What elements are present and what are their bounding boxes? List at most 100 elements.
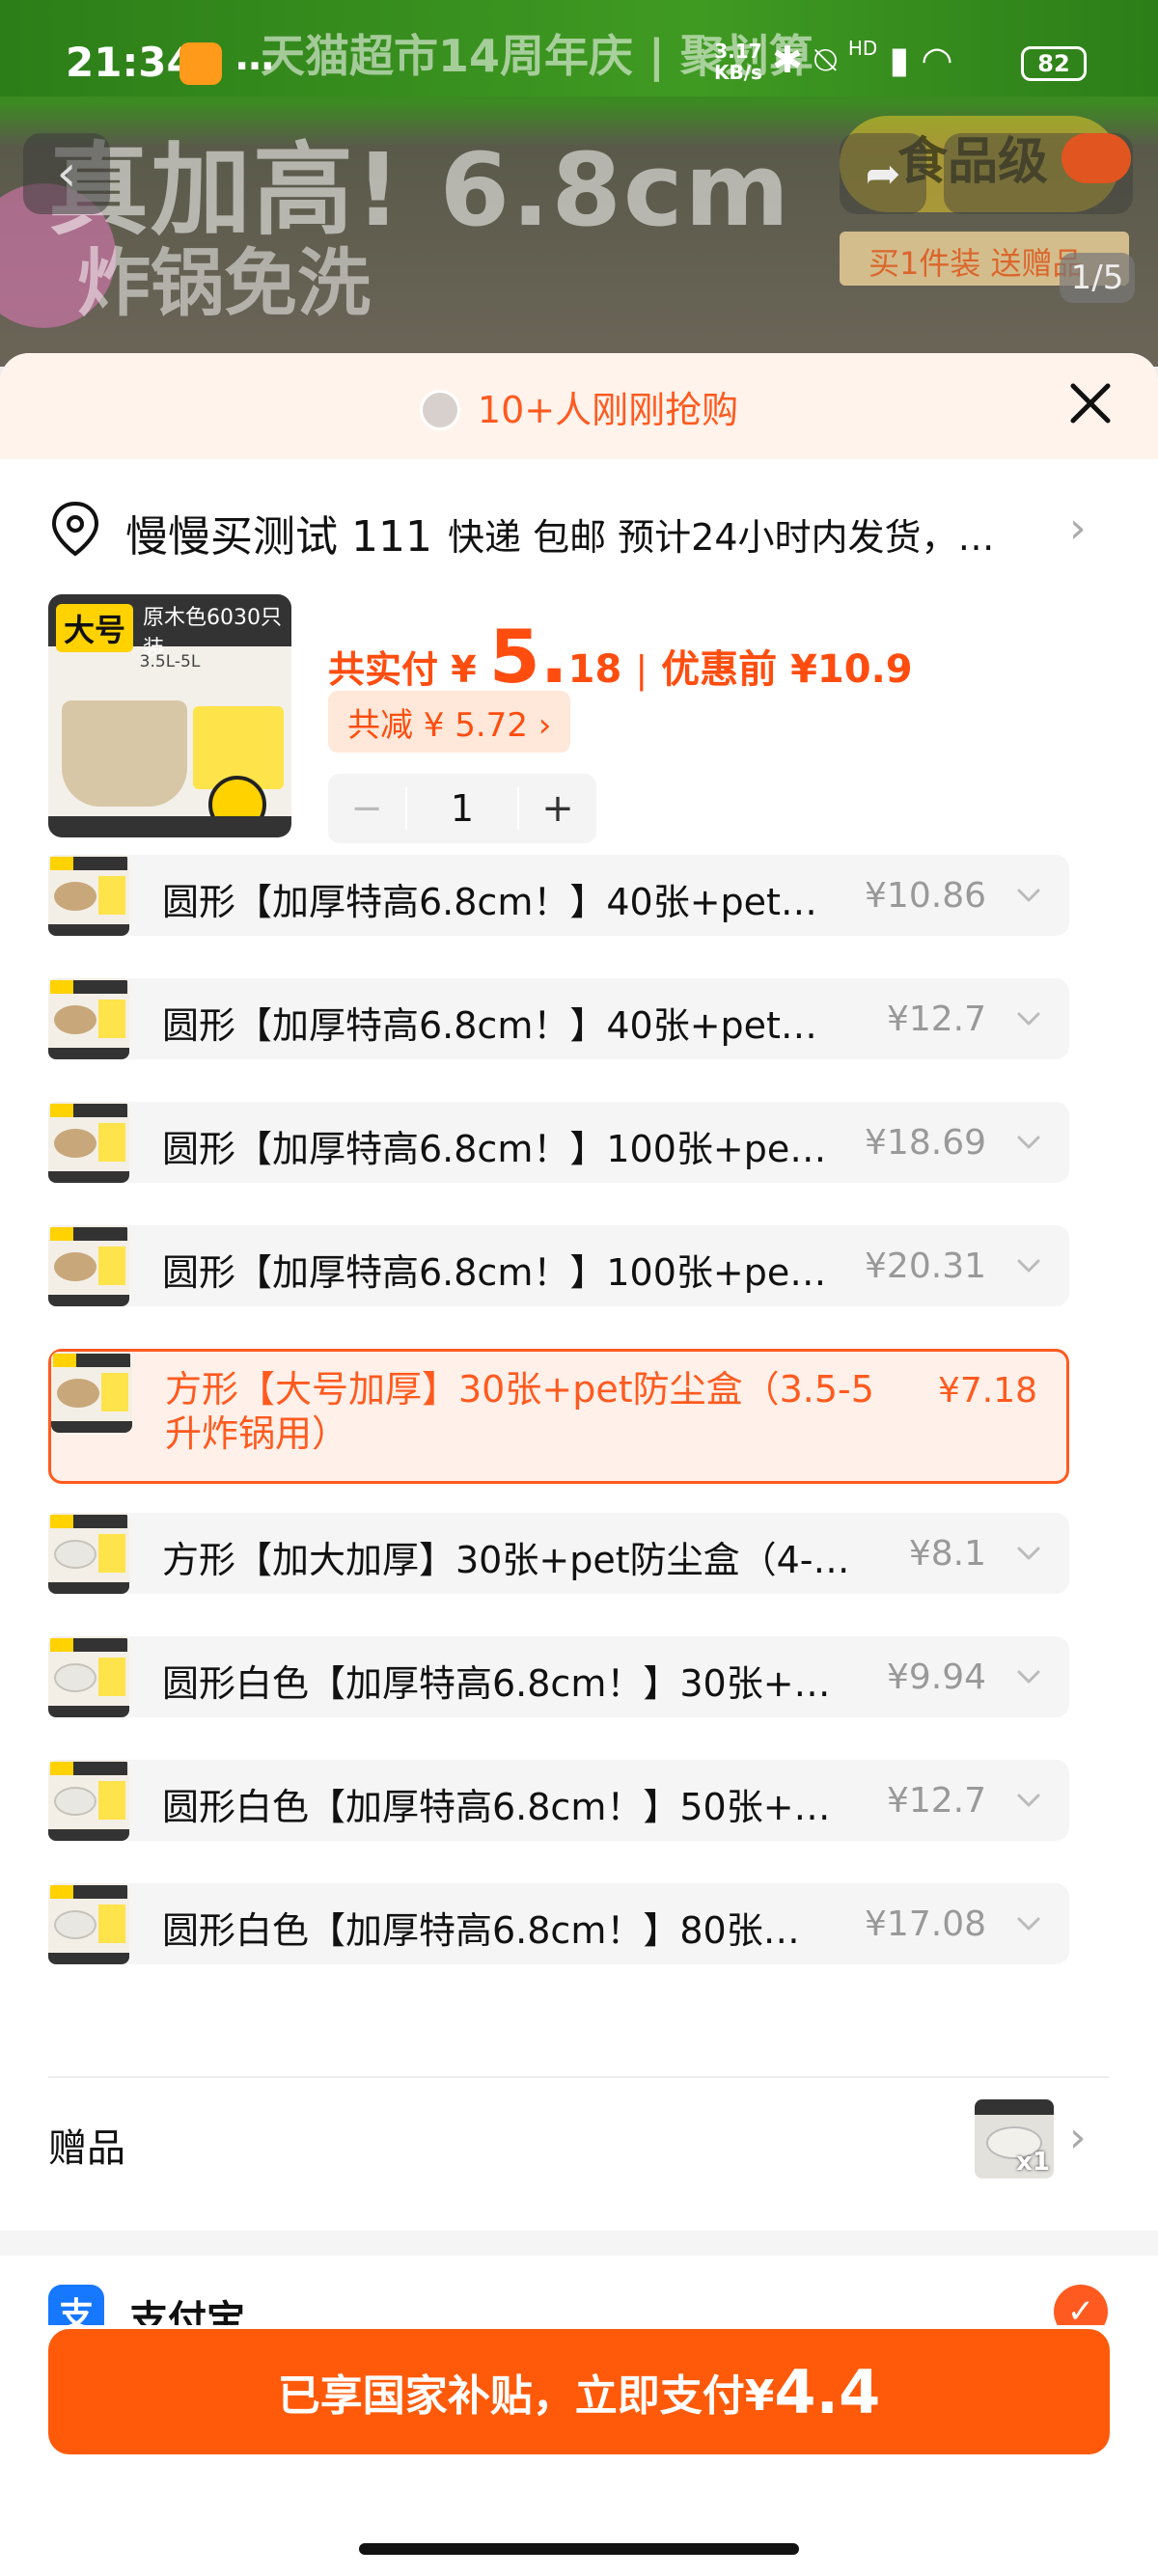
sku-option[interactable]: 圆形【加厚特高6.8cm！】40张+pet… ¥10.86	[48, 855, 1069, 936]
sku-option-price: ¥12.7	[886, 1000, 986, 1039]
sku-option-label: 圆形【加厚特高6.8cm！】40张+pet…	[162, 1004, 817, 1047]
sku-option[interactable]: 圆形【加厚特高6.8cm！】100张+pe… ¥18.69	[48, 1102, 1069, 1183]
pay-amount-int: 5.	[488, 614, 568, 699]
sku-option[interactable]: 方形【大号加厚】30张+pet防尘盒（3.5-5升炸锅用） ¥7.18	[48, 1349, 1069, 1484]
sku-option-thumbnail	[48, 1225, 129, 1306]
close-icon[interactable]	[1062, 374, 1119, 432]
increase-button[interactable]: +	[519, 786, 596, 831]
gift-thumbnail: x1	[975, 2099, 1054, 2179]
discount-badge[interactable]: 共减 ¥ 5.72 ›	[328, 691, 571, 753]
thumb-footer	[48, 816, 291, 837]
chevron-down-icon[interactable]	[1013, 1661, 1044, 1692]
home-indicator[interactable]	[359, 2543, 799, 2555]
chevron-down-icon[interactable]	[1013, 880, 1044, 911]
chevron-down-icon[interactable]	[1013, 1785, 1044, 1816]
bluetooth-icon: ✱	[772, 39, 803, 81]
chevron-down-icon[interactable]	[1013, 1127, 1044, 1158]
thumb-basket	[62, 700, 187, 807]
sku-option-list: 圆形【加厚特高6.8cm！】40张+pet… ¥10.86 圆形【加厚特高6.8cm…	[0, 855, 1158, 1993]
status-more: …	[235, 35, 274, 79]
sku-option-price: ¥8.1	[908, 1534, 986, 1574]
chevron-down-icon[interactable]	[1013, 1003, 1044, 1034]
chevron-down-icon[interactable]	[1013, 1908, 1044, 1939]
pay-separator: |	[635, 648, 648, 691]
sku-option-price: ¥17.08	[865, 1905, 986, 1944]
sku-option-thumbnail	[48, 855, 129, 936]
gift-quantity: x1	[1016, 2148, 1050, 2177]
wifi-icon: ◠	[921, 39, 953, 81]
pay-button-text: 已享国家补贴，立即支付¥	[277, 2371, 775, 2421]
sku-option-thumbnail	[48, 1883, 129, 1964]
status-bar: 21:34 … 3.17 KB/s ✱ ⍉ HD ▮ ◠ 82	[0, 27, 1158, 100]
sku-option-thumbnail	[48, 978, 129, 1059]
sku-option-thumbnail	[51, 1352, 132, 1433]
section-gap	[0, 2231, 1158, 2256]
shipping-info: 快递 包邮 预计24小时内发货，…	[448, 516, 995, 559]
gift-row[interactable]: 赠品 x1 ›	[0, 2090, 1158, 2196]
status-icons: ✱ ⍉ HD ▮ ◠	[772, 37, 953, 82]
sku-option-price: ¥9.94	[886, 1658, 986, 1697]
thumb-sub: 3.5L-5L	[139, 652, 201, 671]
quantity-value[interactable]: 1	[405, 787, 519, 830]
sku-option-thumbnail	[48, 1636, 129, 1717]
sku-option-label: 圆形【加厚特高6.8cm！】100张+pe…	[162, 1128, 827, 1170]
gift-label: 赠品	[48, 2126, 125, 2171]
address-row[interactable]: 慢慢买测试 111 快递 包邮 预计24小时内发货，… ›	[0, 459, 1158, 594]
share-icon: ➦	[865, 149, 901, 199]
sku-option-thumbnail	[48, 1513, 129, 1594]
share-button[interactable]: ➦	[840, 133, 926, 214]
sku-option-label: 圆形白色【加厚特高6.8cm！】30张+…	[162, 1662, 831, 1705]
chevron-down-icon[interactable]	[1013, 1538, 1044, 1569]
banner-gift-tag: 买1件装 送赠品	[868, 245, 1084, 282]
buyer-avatar	[419, 390, 460, 430]
sku-option-thumbnail	[48, 1760, 129, 1841]
thumb-tag: 大号	[56, 604, 134, 652]
rush-text: 10+人刚刚抢购	[477, 389, 739, 431]
sku-option-label: 方形【加大加厚】30张+pet防尘盒（4-…	[162, 1539, 850, 1581]
decrease-button[interactable]: −	[328, 786, 405, 831]
sku-option[interactable]: 圆形【加厚特高6.8cm！】40张+pet… ¥12.7	[48, 978, 1069, 1059]
gift-thumb-band	[975, 2099, 1054, 2115]
status-time: 21:34	[66, 39, 195, 86]
network-type: HD	[847, 37, 878, 60]
pay-button-amount: 4.4	[774, 2356, 881, 2427]
sku-option-label: 圆形【加厚特高6.8cm！】40张+pet…	[162, 881, 817, 923]
original-price: 优惠前 ¥10.9	[661, 647, 913, 692]
sku-option-price: ¥20.31	[865, 1247, 986, 1286]
pay-amount-dec: 18	[567, 647, 622, 692]
sku-option[interactable]: 方形【加大加厚】30张+pet防尘盒（4-… ¥8.1	[48, 1513, 1069, 1594]
mute-icon: ⍉	[813, 39, 837, 81]
sku-option-price: ¥7.18	[937, 1371, 1037, 1411]
chevron-right-icon: ›	[1069, 504, 1087, 553]
chevron-right-icon: ›	[1069, 2113, 1087, 2162]
sku-option-label: 圆形白色【加厚特高6.8cm！】50张+…	[162, 1786, 831, 1828]
sku-option[interactable]: 圆形白色【加厚特高6.8cm！】50张+… ¥12.7	[48, 1760, 1069, 1841]
sku-option-label: 圆形【加厚特高6.8cm！】100张+pe…	[162, 1251, 827, 1294]
pay-button[interactable]: 已享国家补贴，立即支付¥ 4.4	[48, 2329, 1110, 2454]
app-notification-icon	[179, 42, 222, 85]
back-icon: ‹	[56, 145, 77, 203]
selected-sku-image[interactable]: 原木色6030只装 大号 3.5L-5L	[48, 594, 291, 837]
banner-subline: 炸锅免洗	[77, 240, 371, 326]
rush-banner: 10+人刚刚抢购	[0, 380, 1158, 433]
purchase-sheet: 10+人刚刚抢购 慢慢买测试 111 快递 包邮 预计24小时内发货，… › 原…	[0, 353, 1158, 2576]
location-pin-icon	[51, 501, 99, 557]
net-speed-unit: KB/s	[714, 61, 762, 84]
checkout-footer: 已享国家补贴，立即支付¥ 4.4	[0, 2325, 1158, 2576]
divider	[48, 2076, 1110, 2078]
selected-sku: 原木色6030只装 大号 3.5L-5L 共实付 ¥ 5.18 | 优惠前 ¥10.…	[0, 594, 1158, 845]
net-speed-value: 3.17	[714, 40, 762, 63]
pay-summary: 共实付 ¥ 5.18 | 优惠前 ¥10.9	[328, 614, 913, 699]
image-page-indicator: 1/5	[1060, 253, 1135, 303]
sku-option[interactable]: 圆形白色【加厚特高6.8cm！】80张… ¥17.08	[48, 1883, 1069, 1964]
sku-option[interactable]: 圆形白色【加厚特高6.8cm！】30张+… ¥9.94	[48, 1636, 1069, 1717]
sku-option[interactable]: 圆形【加厚特高6.8cm！】100张+pe… ¥20.31	[48, 1225, 1069, 1306]
back-button[interactable]: ‹	[23, 133, 110, 214]
sku-option-price: ¥12.7	[886, 1781, 986, 1821]
chevron-down-icon[interactable]	[1013, 1250, 1044, 1281]
battery-icon: 82	[1021, 46, 1087, 81]
signal-icon: ▮	[889, 39, 910, 81]
sku-option-label: 圆形白色【加厚特高6.8cm！】80张…	[162, 1909, 800, 1952]
mascot-icon[interactable]	[1062, 133, 1131, 183]
sku-option-thumbnail	[48, 1102, 129, 1183]
